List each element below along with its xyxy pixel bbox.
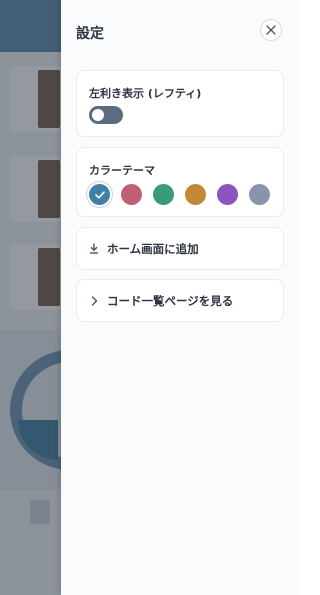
color-theme-label: カラーテーマ	[89, 164, 155, 177]
code-list-card[interactable]: コード一覧ページを見る	[76, 279, 284, 322]
color-swatch[interactable]	[121, 184, 142, 205]
settings-drawer: 設定 左利き表示 (レフティ) カラーテーマ ホーム画面に追加 コード一覧ページ…	[61, 0, 300, 595]
close-icon	[266, 25, 276, 35]
add-home-label: ホーム画面に追加	[107, 241, 199, 256]
chevron-right-icon	[89, 295, 99, 307]
code-list-link[interactable]: コード一覧ページを見る	[89, 280, 233, 321]
download-icon	[89, 243, 99, 255]
toggle-knob	[92, 109, 104, 121]
lefty-label: 左利き表示 (レフティ)	[89, 87, 202, 100]
add-home-card[interactable]: ホーム画面に追加	[76, 227, 284, 270]
color-swatch[interactable]	[89, 184, 110, 205]
color-swatch[interactable]	[217, 184, 238, 205]
code-list-label: コード一覧ページを見る	[107, 293, 234, 308]
color-swatch[interactable]	[249, 184, 270, 205]
lefty-toggle[interactable]	[89, 106, 123, 124]
screen: 設定 左利き表示 (レフティ) カラーテーマ ホーム画面に追加 コード一覧ページ…	[0, 0, 300, 595]
check-icon	[94, 190, 105, 199]
color-swatch[interactable]	[185, 184, 206, 205]
close-button[interactable]	[260, 19, 282, 41]
color-swatch-list	[89, 184, 270, 205]
drawer-title: 設定	[76, 26, 104, 42]
color-theme-card: カラーテーマ	[76, 147, 284, 217]
color-swatch[interactable]	[153, 184, 174, 205]
add-home-button[interactable]: ホーム画面に追加	[89, 228, 199, 269]
lefty-card: 左利き表示 (レフティ)	[76, 70, 284, 137]
